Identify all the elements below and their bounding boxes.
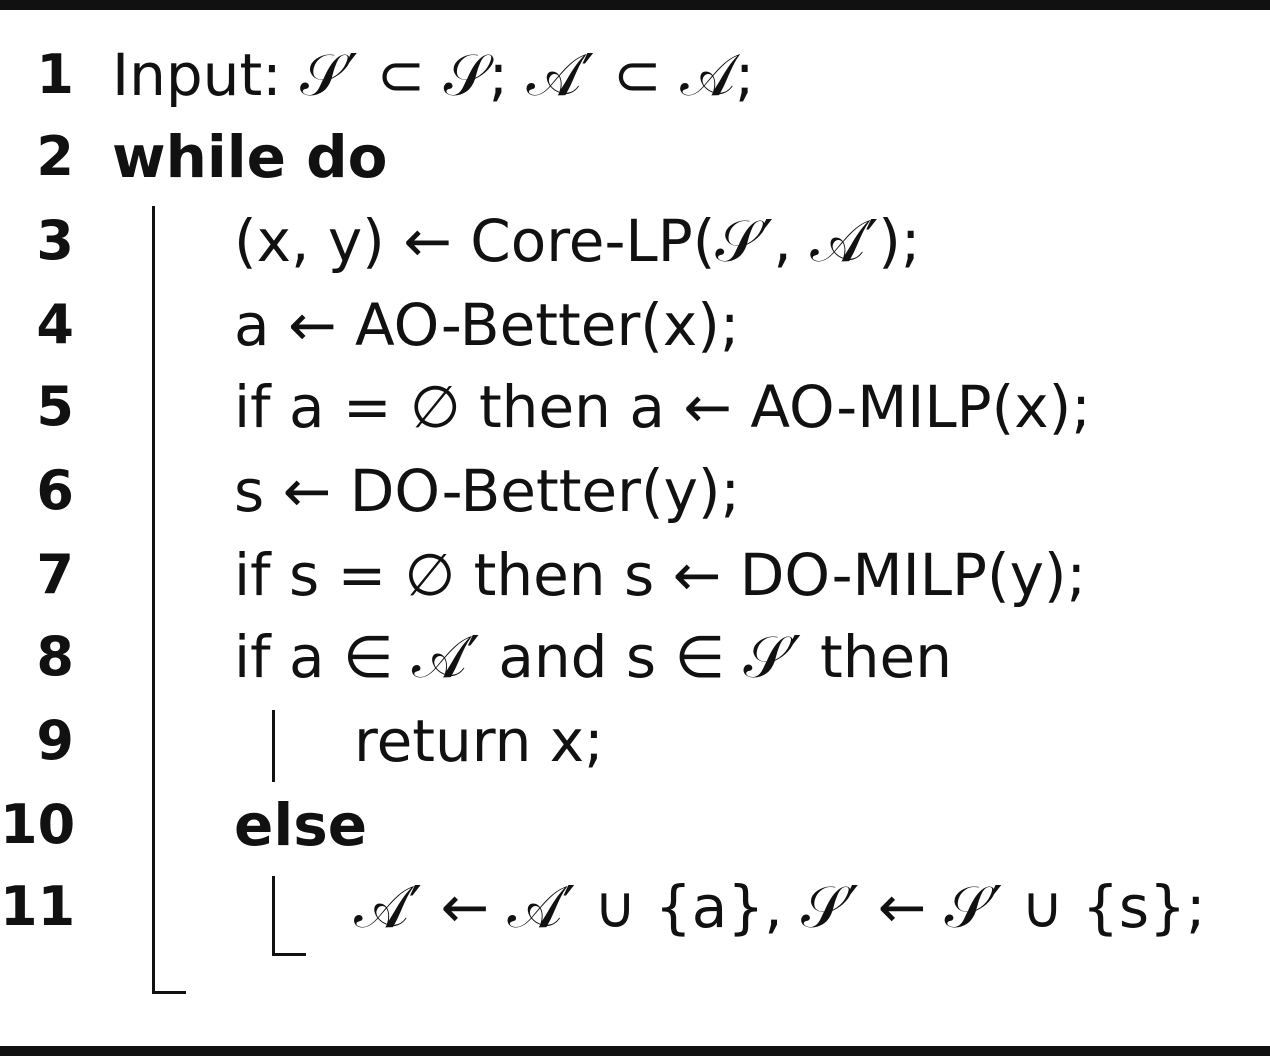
- line-number: 5: [36, 375, 74, 438]
- then-block-bracket: [272, 710, 275, 782]
- line-number: 1: [36, 43, 74, 106]
- line-number: 9: [36, 709, 74, 772]
- line-code: s ← DO-Better(y);: [234, 457, 741, 525]
- else-block-bracket-foot: [272, 953, 306, 956]
- line-number: 10: [0, 793, 76, 856]
- line-number: 3: [36, 209, 74, 272]
- line-code: 𝒜′ ← 𝒜′ ∪ {a}, 𝒮′ ← 𝒮′ ∪ {s};: [354, 873, 1206, 941]
- line-code: (x, y) ← Core-LP(𝒮′, 𝒜′);: [234, 207, 921, 275]
- while-block-bracket: [152, 206, 155, 994]
- line-number: 7: [36, 543, 74, 606]
- line-code: if s = ∅ then s ← DO-MILP(y);: [234, 541, 1087, 609]
- line-code: while do: [112, 123, 388, 191]
- line-code: else: [234, 791, 368, 859]
- else-block-bracket: [272, 876, 275, 956]
- top-rule: [0, 0, 1270, 10]
- line-number: 4: [36, 293, 74, 356]
- line-code: a ← AO-Better(x);: [234, 291, 740, 359]
- line-number: 11: [0, 875, 76, 938]
- line-code: if a ∈ 𝒜′ and s ∈ 𝒮′ then: [234, 623, 952, 691]
- line-number: 2: [36, 125, 74, 188]
- bottom-rule: [0, 1046, 1270, 1056]
- line-code: if a = ∅ then a ← AO-MILP(x);: [234, 373, 1091, 441]
- line-code: Input: 𝒮′ ⊂ 𝒮; 𝒜′ ⊂ 𝒜;: [112, 41, 755, 109]
- while-block-bracket-foot: [152, 991, 186, 994]
- line-number: 6: [36, 459, 74, 522]
- line-code: return x;: [354, 707, 604, 775]
- line-number: 8: [36, 625, 74, 688]
